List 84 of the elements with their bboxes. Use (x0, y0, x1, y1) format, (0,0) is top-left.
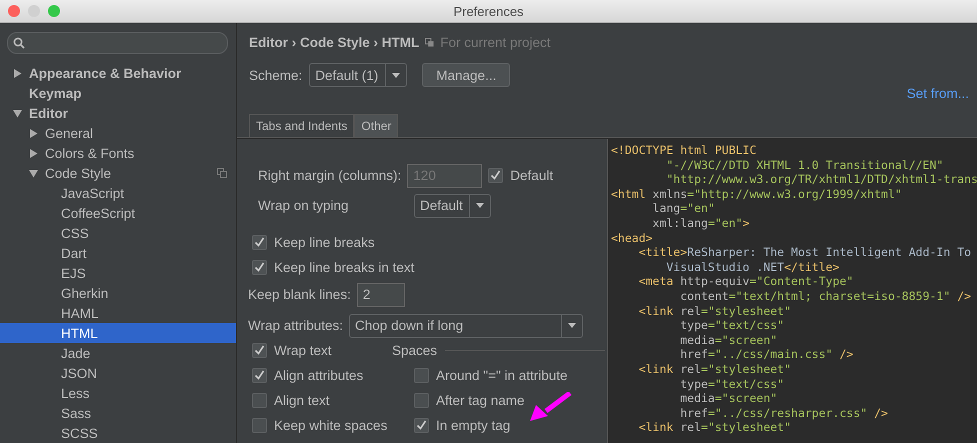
checkmark-icon (254, 262, 265, 273)
checkmark-icon (490, 170, 502, 181)
tree-item[interactable]: Colors & Fonts (0, 143, 236, 163)
code-line: <meta http-equiv="Content-Type" (638, 274, 854, 289)
tab[interactable]: Other (354, 114, 398, 137)
tree-item[interactable]: HAML (0, 303, 236, 323)
checkmark-icon (416, 420, 427, 431)
code-line: href="../css/resharper.css" /> (679, 406, 889, 420)
wrap-on-typing-dropdown[interactable]: Default (414, 194, 491, 218)
tree-item[interactable]: JSON (0, 363, 236, 383)
wrap-attributes-dropdown[interactable]: Chop down if long (349, 314, 584, 338)
tree-item[interactable]: Sass (0, 403, 236, 423)
checkbox[interactable]: Keep line breaks (252, 230, 375, 255)
scope-label: For current project (440, 34, 551, 50)
pointer-arrow (528, 392, 572, 422)
blank-lines-field[interactable]: 2 (356, 282, 405, 306)
checkmark-icon (254, 237, 265, 248)
checkbox[interactable]: Keep white spaces (252, 413, 392, 438)
wrap-attributes-label: Wrap attributes: (248, 318, 344, 333)
tree-item[interactable]: SCSS (0, 423, 236, 443)
code-line: "-//W3C//DTD XHTML 1.0 Transitional//EN" (665, 158, 944, 172)
wrap-on-typing-label: Wrap on typing (258, 198, 350, 213)
checkbox[interactable]: Align attributes (252, 363, 392, 388)
scheme-dropdown[interactable]: Default (1) (309, 63, 408, 87)
checkmark-icon (254, 370, 265, 381)
code-line: media="screen" (679, 332, 778, 348)
breadcrumb: Editor › Code Style › HTML (249, 34, 420, 50)
tree-item[interactable]: CoffeeScript (0, 203, 236, 223)
search-field[interactable] (7, 32, 228, 54)
collapsed-arrow-icon[interactable] (13, 68, 22, 78)
tree-item[interactable]: CSS (0, 223, 236, 243)
tab[interactable]: Tabs and Indents (249, 114, 354, 137)
tree-item[interactable]: Dart (0, 243, 236, 263)
code-line: <title>ReSharper: The Most Intelligent Add-In To (638, 245, 972, 260)
code-line: <head> (611, 230, 654, 246)
checkbox[interactable]: Align text (252, 388, 392, 413)
code-line: <html xmlns="http://www.w3.org/1999/xhtml" (611, 186, 903, 202)
copy-icon (425, 38, 434, 46)
expanded-arrow-icon[interactable] (13, 108, 22, 118)
tree-item[interactable]: Editor (0, 103, 236, 123)
code-line: type="text/css" (679, 318, 786, 333)
code-line: xml:lang="en"> (652, 216, 750, 231)
tree-item[interactable]: General (0, 123, 236, 143)
tree-item[interactable]: Keymap (0, 83, 236, 103)
code-line: <link rel="stylesheet" (638, 420, 792, 435)
code-line: lang="en" (652, 201, 716, 216)
tree-item[interactable]: Gherkin (0, 283, 236, 303)
checkbox[interactable]: Around "=" in attribute (414, 363, 606, 388)
collapsed-arrow-icon[interactable] (29, 148, 38, 158)
collapsed-arrow-icon[interactable] (29, 128, 38, 138)
blank-lines-label: Keep blank lines: (248, 287, 351, 302)
code-line: media="screen" (679, 391, 778, 406)
code-line: <link rel="stylesheet" (638, 362, 792, 376)
expanded-arrow-icon[interactable] (29, 168, 38, 178)
code-line: type="text/css" (679, 376, 786, 392)
code-line: <!DOCTYPE html PUBLIC (611, 143, 758, 158)
tree-item[interactable]: Code Style (0, 163, 236, 183)
code-line: content="text/html; charset=iso-8859-1" /> (679, 288, 972, 304)
right-margin-label: Right margin (columns): (258, 168, 402, 183)
checkbox[interactable]: Wrap text (252, 338, 392, 363)
code-line: "http://www.w3.org/TR/xhtml1/DTD/xhtml1-trans (665, 172, 977, 187)
search-icon (13, 37, 25, 49)
code-line: VisualStudio .NET</title> (665, 260, 840, 274)
checkbox[interactable]: After tag name (414, 388, 606, 413)
caret-icon (568, 323, 576, 328)
tree-item[interactable]: Less (0, 383, 236, 403)
close-button[interactable] (8, 5, 20, 17)
tree-item[interactable]: Jade (0, 343, 236, 363)
tree-item[interactable]: JavaScript (0, 183, 236, 203)
spaces-heading: Spaces (392, 343, 438, 358)
checkbox[interactable]: In empty tag (414, 413, 606, 438)
set-from-link[interactable]: Set from... (906, 86, 969, 102)
tree-item[interactable]: HTML (0, 323, 236, 343)
tree-item[interactable]: Appearance & Behavior (0, 63, 236, 83)
caret-icon (476, 203, 484, 208)
checkmark-icon (254, 345, 265, 356)
manage-button[interactable]: Manage... (422, 63, 510, 87)
checkbox[interactable]: Keep line breaks in text (252, 255, 414, 280)
caret-icon (392, 72, 400, 78)
scheme-label: Scheme: (249, 68, 302, 82)
tree-item[interactable]: EJS (0, 263, 236, 283)
window-title: Preferences (453, 4, 524, 18)
code-line: <link rel="stylesheet" (638, 304, 792, 318)
code-line: href="../css/main.css" /> (679, 347, 854, 362)
